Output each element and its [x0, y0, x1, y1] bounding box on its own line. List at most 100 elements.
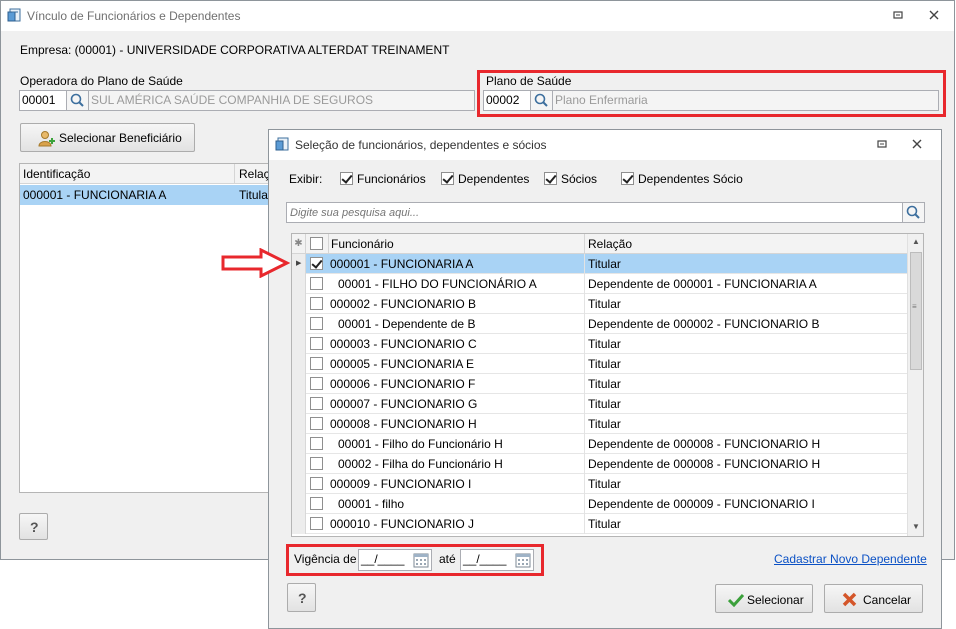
- table-row[interactable]: 000006 - FUNCIONARIO F Titular: [292, 374, 907, 394]
- select-button-label: Selecionar: [747, 593, 804, 607]
- funcionario-cell: 000002 - FUNCIONARIO B: [330, 297, 477, 311]
- close-icon[interactable]: [925, 7, 943, 25]
- new-dependent-link[interactable]: Cadastrar Novo Dependente: [774, 552, 927, 566]
- main-window-title: Vínculo de Funcionários e Dependentes: [27, 9, 241, 23]
- funcionario-cell: 000006 - FUNCIONARIO F: [330, 377, 476, 391]
- relacao-cell: Titular: [588, 397, 621, 411]
- row-checkbox[interactable]: [310, 517, 323, 530]
- relacao-cell: Dependente de 000002 - FUNCIONARIO B: [588, 317, 820, 331]
- app-icon: [7, 8, 21, 22]
- table-row[interactable]: 000002 - FUNCIONARIO B Titular: [292, 294, 907, 314]
- selection-dialog: Seleção de funcionários, dependentes e s…: [268, 129, 942, 629]
- scrollbar-thumb[interactable]: ≡: [910, 252, 922, 370]
- column-identificacao[interactable]: Identificação: [23, 164, 235, 184]
- row-checkbox[interactable]: [310, 497, 323, 510]
- table-row[interactable]: 00001 - Filho do Funcionário H Dependente…: [292, 434, 907, 454]
- row-checkbox[interactable]: [310, 297, 323, 310]
- relacao-cell: Titular: [588, 477, 621, 491]
- column-divider: [584, 354, 585, 374]
- dialog-help-button[interactable]: ?: [287, 583, 316, 612]
- relacao-cell: Titular: [588, 377, 621, 391]
- red-arrow-annotation: [221, 248, 291, 278]
- table-row[interactable]: ▶ 000001 - FUNCIONARIA A Titular: [292, 254, 907, 274]
- vertical-scrollbar[interactable]: ▲ ≡ ▼: [907, 234, 923, 536]
- row-indicator: [292, 454, 306, 474]
- search-icon: [906, 205, 920, 219]
- filter-funcionarios-checkbox[interactable]: [340, 172, 353, 185]
- filter-socios-checkbox[interactable]: [544, 172, 557, 185]
- filter-socios-label: Sócios: [561, 172, 598, 186]
- scroll-up-icon[interactable]: ▲: [912, 237, 920, 246]
- relacao-cell: Titular: [588, 337, 621, 351]
- table-row[interactable]: 000009 - FUNCIONARIO I Titular: [292, 474, 907, 494]
- funcionario-cell: 000001 - FUNCIONARIA A: [330, 257, 474, 271]
- funcionario-cell: 00001 - FILHO DO FUNCIONÁRIO A: [338, 277, 537, 291]
- row-checkbox[interactable]: [310, 357, 323, 370]
- row-checkbox[interactable]: [310, 477, 323, 490]
- relacao-cell: Titular: [588, 257, 621, 271]
- row-checkbox[interactable]: [310, 257, 323, 270]
- table-row[interactable]: 000008 - FUNCIONARIO H Titular: [292, 414, 907, 434]
- restore-icon[interactable]: [889, 7, 907, 25]
- operadora-name-field: SUL AMÉRICA SAÚDE COMPANHIA DE SEGUROS: [88, 90, 475, 111]
- select-beneficiary-button[interactable]: Selecionar Beneficiário: [20, 123, 195, 152]
- row-checkbox[interactable]: [310, 457, 323, 470]
- row-indicator: [292, 274, 306, 294]
- filter-dependentes-socio-label: Dependentes Sócio: [638, 172, 743, 186]
- row-indicator: [292, 354, 306, 374]
- checkmark-icon: [728, 593, 744, 607]
- dialog-restore-icon[interactable]: [873, 136, 891, 154]
- help-icon: ?: [30, 519, 39, 535]
- search-input[interactable]: [286, 202, 903, 223]
- table-row[interactable]: 000003 - FUNCIONARIO C Titular: [292, 334, 907, 354]
- row-indicator: [292, 334, 306, 354]
- table-row[interactable]: 000007 - FUNCIONARIO G Titular: [292, 394, 907, 414]
- dialog-search-button[interactable]: [902, 202, 925, 223]
- table-row[interactable]: 000001 - FUNCIONARIA A Titular: [20, 185, 278, 205]
- main-help-button[interactable]: ?: [19, 513, 48, 540]
- dialog-close-icon[interactable]: [908, 136, 926, 154]
- funcionario-cell: 000003 - FUNCIONARIO C: [330, 337, 477, 351]
- cancel-button[interactable]: Cancelar: [824, 584, 923, 613]
- filter-dependentes-label: Dependentes: [458, 172, 530, 186]
- row-indicator: [292, 514, 306, 534]
- cancel-x-icon: [842, 592, 857, 607]
- row-indicator: [292, 314, 306, 334]
- row-checkbox[interactable]: [310, 377, 323, 390]
- calendar-icon[interactable]: [515, 552, 531, 571]
- select-button[interactable]: Selecionar: [715, 584, 813, 613]
- dialog-app-icon: [275, 137, 289, 151]
- funcionario-cell: 000008 - FUNCIONARIO H: [330, 417, 477, 431]
- table-row[interactable]: 000010 - FUNCIONARIO J Titular: [292, 514, 907, 534]
- relacao-cell: Titular: [588, 517, 621, 531]
- table-row[interactable]: 000005 - FUNCIONARIA E Titular: [292, 354, 907, 374]
- column-relacao-dialog[interactable]: Relação: [584, 234, 907, 254]
- row-indicator: [292, 494, 306, 514]
- table-row[interactable]: 00001 - FILHO DO FUNCIONÁRIO A Dependente…: [292, 274, 907, 294]
- operadora-code-field[interactable]: 00001: [19, 90, 67, 111]
- row-checkbox[interactable]: [310, 417, 323, 430]
- column-funcionario[interactable]: Funcionário: [328, 234, 582, 254]
- table-row[interactable]: 00001 - Dependente de B Dependente de 000…: [292, 314, 907, 334]
- calendar-icon[interactable]: [413, 552, 429, 571]
- row-checkbox[interactable]: [310, 337, 323, 350]
- row-checkbox[interactable]: [310, 277, 323, 290]
- column-divider: [584, 254, 585, 274]
- filter-dependentes-checkbox[interactable]: [441, 172, 454, 185]
- dialog-title: Seleção de funcionários, dependentes e s…: [295, 138, 547, 152]
- row-checkbox[interactable]: [310, 437, 323, 450]
- operadora-search-button[interactable]: [66, 90, 89, 111]
- scroll-down-icon[interactable]: ▼: [912, 522, 920, 531]
- help-icon: ?: [298, 590, 307, 606]
- relacao-cell: Dependente de 000001 - FUNCIONARIA A: [588, 277, 817, 291]
- employee-grid-header: ✱ Funcionário Relação: [292, 234, 907, 254]
- table-row[interactable]: 00001 - filho Dependente de 000009 - FUNC…: [292, 494, 907, 514]
- select-all-checkbox[interactable]: [310, 237, 323, 250]
- current-row-icon: ▶: [296, 260, 302, 267]
- table-row[interactable]: 00002 - Filha do Funcionário H Dependente…: [292, 454, 907, 474]
- row-checkbox[interactable]: [310, 317, 323, 330]
- row-checkbox[interactable]: [310, 397, 323, 410]
- main-titlebar: Vínculo de Funcionários e Dependentes: [1, 1, 954, 31]
- filter-dependentes-socio-checkbox[interactable]: [621, 172, 634, 185]
- row-indicator: [292, 374, 306, 394]
